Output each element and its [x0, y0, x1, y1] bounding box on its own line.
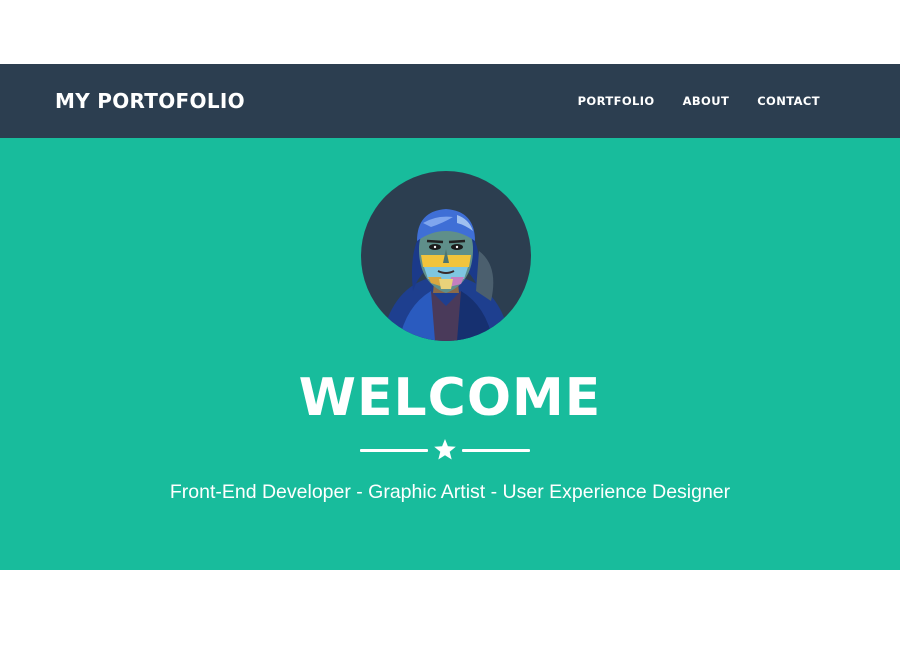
hero-section: WELCOME Front-End Developer - Graphic Ar…: [0, 138, 900, 570]
divider-line-left: [360, 449, 428, 452]
divider-line-right: [462, 449, 530, 452]
profile-avatar: [361, 171, 531, 341]
star-divider: [360, 438, 530, 462]
nav-links: PORTFOLIO ABOUT CONTACT: [578, 64, 820, 138]
profile-portrait-icon: [381, 209, 511, 341]
hero-tagline: Front-End Developer - Graphic Artist - U…: [169, 481, 731, 503]
nav-link-contact[interactable]: CONTACT: [757, 94, 820, 108]
nav-link-portfolio[interactable]: PORTFOLIO: [578, 94, 655, 108]
star-icon: [434, 439, 456, 460]
brand-link[interactable]: MY PORTOFOLIO: [55, 64, 245, 138]
hero-title: WELCOME: [298, 368, 602, 428]
nav-link-about[interactable]: ABOUT: [683, 94, 730, 108]
page: MY PORTOFOLIO PORTFOLIO ABOUT CONTACT WE…: [0, 0, 900, 650]
navbar: MY PORTOFOLIO PORTFOLIO ABOUT CONTACT: [0, 64, 900, 138]
